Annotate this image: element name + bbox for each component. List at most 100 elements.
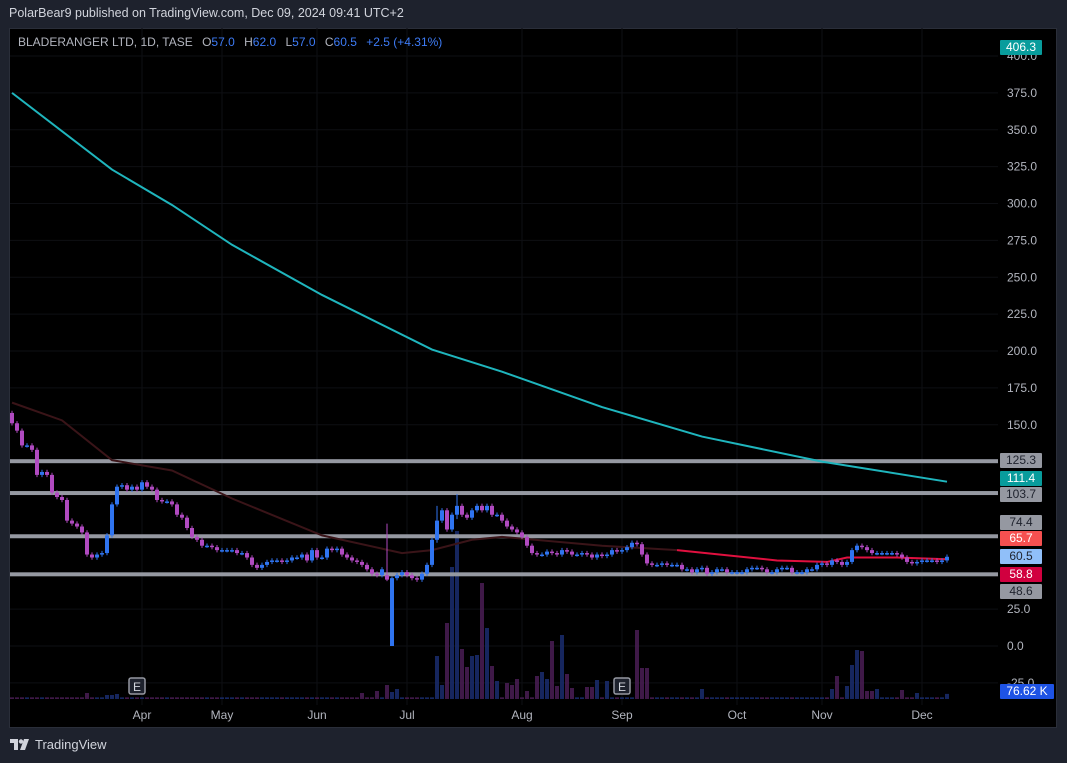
candle-body [520,532,524,537]
candle-body [270,560,274,562]
candle-body [245,553,249,558]
time-tick: Jun [307,708,326,722]
candle-body [690,569,694,573]
tradingview-logo[interactable]: TradingView [10,737,107,752]
candle-body [835,560,839,562]
volume-bar [250,697,254,699]
volume-bar [660,697,664,699]
volume-bar [540,672,544,699]
price-tick: 150.0 [1007,418,1037,432]
candle-body [455,505,459,515]
volume-bar [115,694,119,699]
candle-body [900,554,904,558]
candle-body [375,573,379,576]
candle-body [820,563,824,565]
volume-bar [695,697,699,699]
volume-bar [500,697,504,699]
volume-bar [880,697,884,699]
volume-bar [770,697,774,699]
open-label: O [202,35,212,49]
volume-bar [415,697,419,699]
volume-bar [755,697,759,699]
candle-body [695,569,699,573]
candle-body [525,536,529,546]
volume-bar [110,695,114,699]
candle-body [240,553,244,555]
volume-bar [160,697,164,699]
volume-bar [340,697,344,699]
candle-body [580,553,584,555]
volume-bar [875,689,879,699]
candle-body [405,572,409,576]
candle-body [225,550,229,552]
volume-bar [730,697,734,699]
volume-bar [765,697,769,699]
volume-bar [490,666,494,699]
volume-bar [670,697,674,699]
candle-body [615,550,619,552]
volume-bar [565,674,569,699]
candle-body [830,560,834,565]
volume-bar [375,691,379,699]
price-chart[interactable]: 400.0375.0350.0325.0300.0275.0250.0225.0… [0,0,1067,763]
volume-bar [195,697,199,699]
candle-body [230,550,234,552]
candle-body [385,575,389,580]
candle-body [80,526,84,533]
volume-bar [575,697,579,699]
candle-body [655,564,659,567]
candle-body [350,557,354,561]
candle-body [530,545,534,554]
candle-body [40,471,44,475]
candle-body [775,569,779,573]
volume-bar [550,641,554,699]
volume-bar [400,697,404,699]
volume-label: 76.62 K [1000,684,1054,699]
volume-bar [840,697,844,699]
volume-bar [890,697,894,699]
volume-bar [440,685,444,699]
volume-bar [225,697,229,699]
volume-bar [530,697,534,699]
volume-bar [775,697,779,699]
candle-body [700,567,704,570]
price-label: 74.4 [1000,515,1042,530]
volume-bar [435,656,439,699]
candle-body [805,569,809,573]
volume-bar [475,655,479,699]
volume-bar [850,665,854,699]
volume-bar [170,697,174,699]
candle-body [610,550,614,555]
candle-body [765,569,769,573]
candle-body [685,569,689,571]
candle-body [575,554,579,557]
candle-body [750,567,754,570]
candle-body [930,560,934,562]
candle-body [25,445,29,447]
candle-body [445,510,449,530]
candle-body [400,572,404,576]
high-value: 62.0 [252,35,277,49]
symbol-legend: BLADERANGER LTD, 1D, TASE O57.0 H62.0 L5… [18,35,442,49]
volume-bar [745,697,749,699]
candle-body [125,485,129,490]
candle-body [55,492,59,498]
price-tick: 25.0 [1007,602,1031,616]
volume-bar [285,697,289,699]
volume-bar [40,697,44,699]
volume-bar [940,697,944,699]
candle-body [335,548,339,551]
candle-body [645,554,649,564]
price-label: 48.6 [1000,584,1042,599]
candle-body [925,560,929,562]
volume-bar [800,697,804,699]
volume-bar [25,697,29,699]
candle-body [450,514,454,530]
volume-bar [355,697,359,699]
earnings-marker-label: E [133,680,141,694]
volume-bar [945,693,949,699]
candle-body [845,561,849,565]
volume-bar [10,697,14,699]
candle-body [785,567,789,570]
candle-body [510,526,514,530]
